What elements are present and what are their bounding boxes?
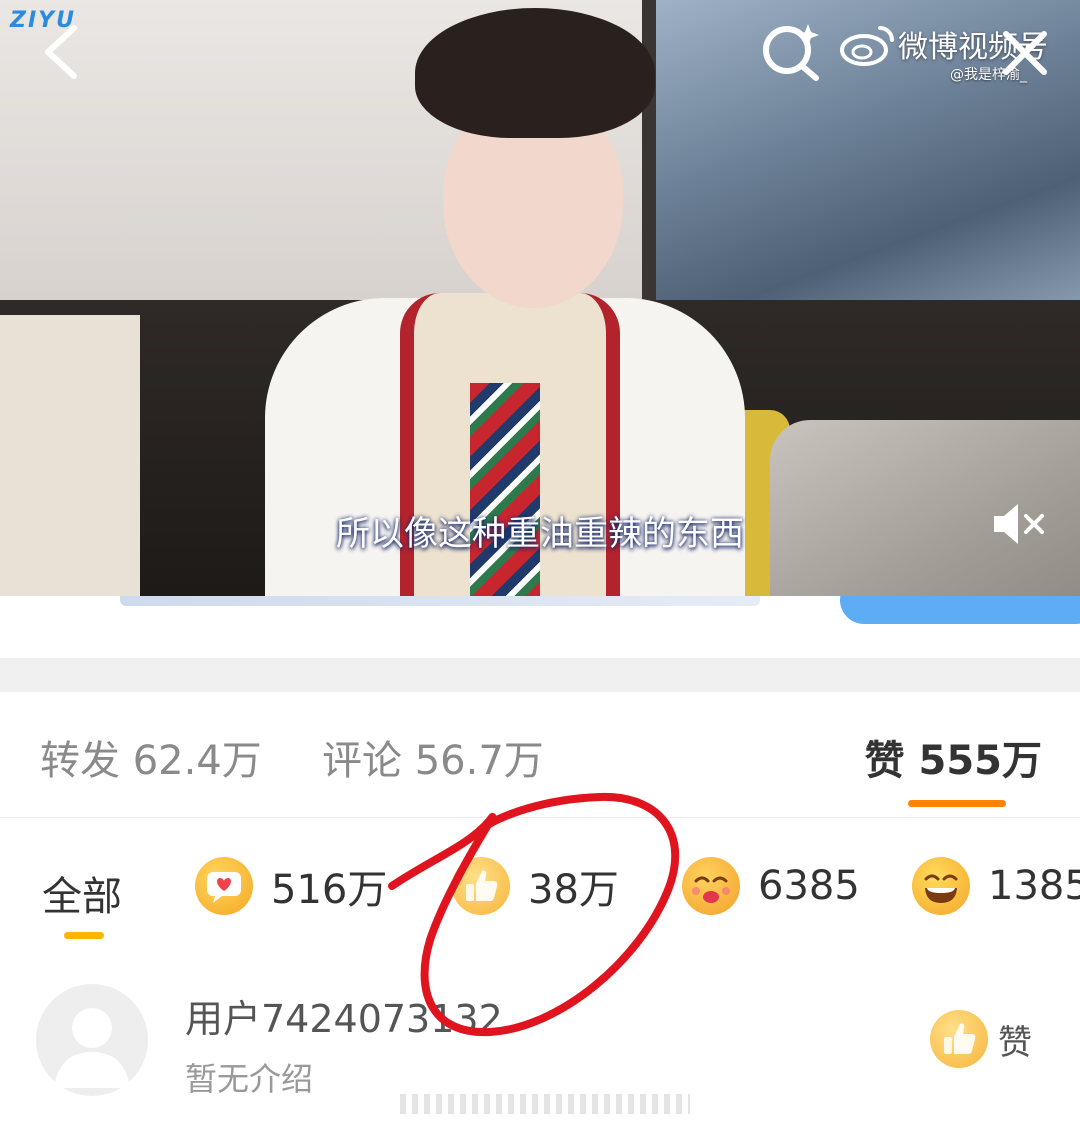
muted-speaker-icon[interactable]	[990, 500, 1046, 548]
kiss-face-icon	[682, 857, 740, 915]
thumbs-up-icon	[930, 1010, 988, 1068]
reaction-filter-thumbs-up[interactable]: 38万	[452, 856, 619, 916]
person-tie	[470, 383, 540, 596]
active-filter-indicator	[64, 932, 104, 939]
default-avatar-icon	[54, 1008, 130, 1088]
thumbs-up-icon	[452, 857, 510, 915]
tab-like[interactable]: 赞 555万	[865, 728, 1042, 786]
active-tab-indicator	[908, 800, 1006, 807]
like-label: 赞	[998, 1022, 1032, 1063]
reaction-filter-grin[interactable]: 1385	[912, 856, 1080, 916]
reaction-filter-all[interactable]: 全部	[42, 864, 122, 922]
reaction-filter-heart[interactable]: 516万	[195, 856, 387, 916]
grin-face-icon	[912, 857, 970, 915]
sparkle-search-icon[interactable]	[760, 20, 822, 82]
reaction-count: 1385	[988, 863, 1080, 909]
person-hair	[415, 8, 655, 138]
redacted-strip	[400, 1094, 690, 1114]
reaction-count: 38万	[528, 867, 619, 913]
video-player[interactable]: ZIYU 微博视频号 @我是梓渝_ 所以像这种重油重辣的东西	[0, 0, 1080, 596]
hidden-follow-button[interactable]	[840, 596, 1080, 624]
tab-comment[interactable]: 评论 56.7万	[322, 728, 544, 786]
close-icon[interactable]	[1000, 28, 1050, 78]
video-subtitle: 所以像这种重油重辣的东西	[336, 514, 744, 554]
weibo-logo-icon	[840, 26, 894, 66]
heart-bubble-icon	[195, 857, 253, 915]
reaction-count: 516万	[271, 867, 388, 913]
interaction-tabs: 转发 62.4万 评论 56.7万 赞 555万	[0, 692, 1080, 818]
like-user-button[interactable]: 赞	[930, 1010, 1032, 1068]
reaction-filter-bar: 全部 516万 38万 6385 1385	[0, 818, 1080, 958]
avatar[interactable]	[36, 984, 148, 1096]
user-name[interactable]: 用户7424073132	[185, 988, 503, 1043]
tab-repost[interactable]: 转发 62.4万	[40, 728, 262, 786]
hidden-text-fragment	[120, 596, 760, 606]
user-bio: 暂无介绍	[185, 1060, 314, 1098]
section-divider	[0, 658, 1080, 692]
chevron-left-icon[interactable]	[36, 22, 96, 82]
partially-hidden-header-strip	[0, 596, 1080, 658]
reaction-count: 6385	[758, 863, 860, 909]
reaction-filter-kiss[interactable]: 6385	[682, 856, 860, 916]
